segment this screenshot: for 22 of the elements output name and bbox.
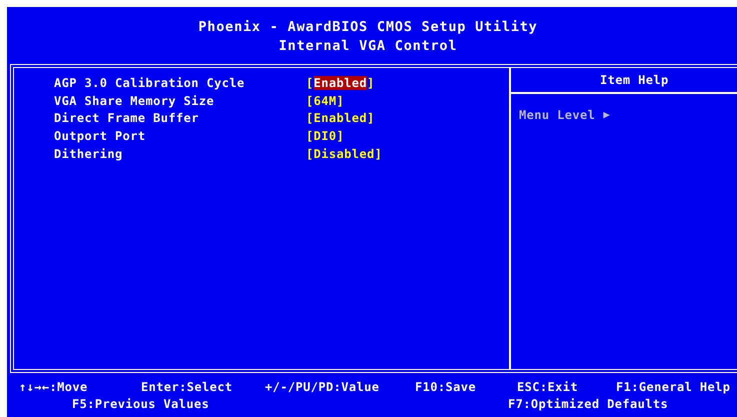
setting-label: Dithering xyxy=(54,147,124,162)
setting-value[interactable]: [Disabled] xyxy=(306,147,382,162)
key-hint: ↑↓→←:Move xyxy=(19,379,89,396)
key-hint: +/-/PU/PD:Value xyxy=(265,379,380,396)
setting-value[interactable]: [DI0] xyxy=(306,129,344,144)
key-hint: F7:Optimized Defaults xyxy=(508,396,670,413)
setting-label: Outport Port xyxy=(54,129,146,144)
setting-label: VGA Share Memory Size xyxy=(54,94,216,108)
key-hint: ESC:Exit xyxy=(517,379,579,396)
setting-label: Direct Frame Buffer xyxy=(54,111,200,126)
setting-value[interactable]: [Enabled] xyxy=(306,111,375,126)
item-help-title: Item Help xyxy=(600,73,669,87)
page-title: Internal VGA Control xyxy=(278,38,458,54)
key-hint: F5:Previous Values xyxy=(72,396,210,413)
utility-title: Phoenix - AwardBIOS CMOS Setup Utility xyxy=(198,18,538,36)
key-hint: F1:General Help xyxy=(616,379,732,396)
setting-value[interactable]: [64M] xyxy=(306,94,344,108)
setting-label: AGP 3.0 Calibration Cycle xyxy=(54,76,246,90)
menu-level-arrow: ▶ xyxy=(603,108,610,122)
menu-level-label: Menu Level xyxy=(519,108,596,122)
key-hint: Enter:Select xyxy=(141,379,234,396)
key-hint: F10:Save xyxy=(415,379,477,396)
